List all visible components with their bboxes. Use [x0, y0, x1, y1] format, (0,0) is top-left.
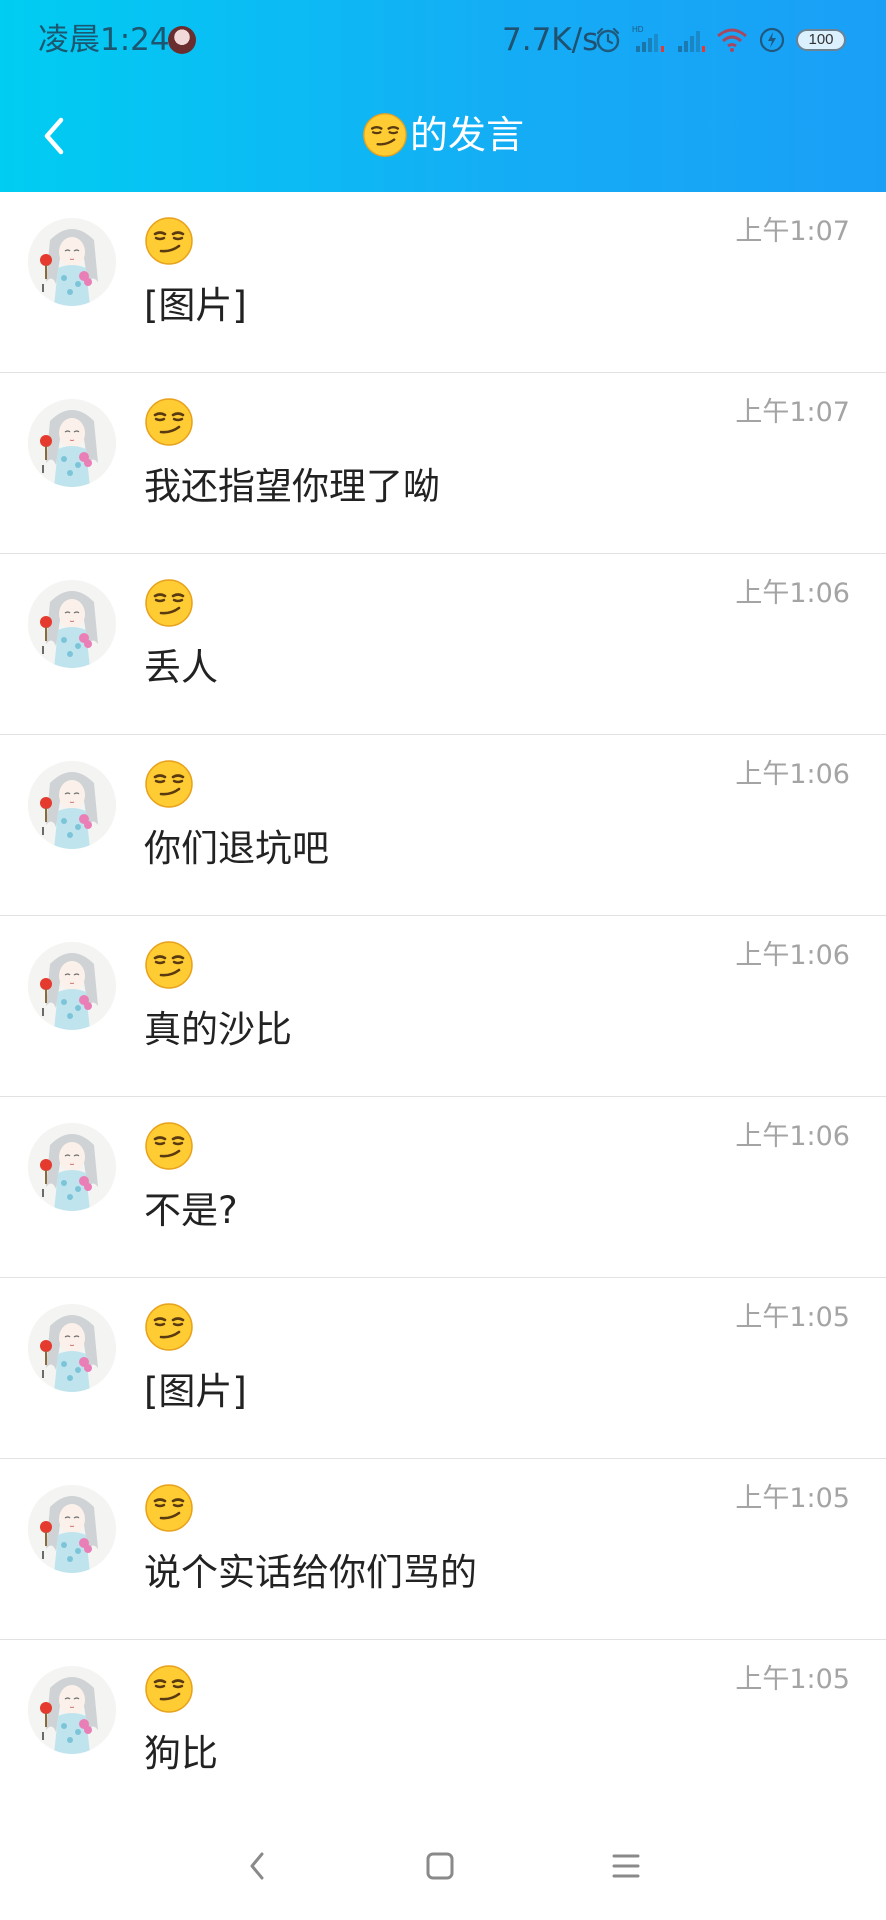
battery-icon: 100: [796, 29, 846, 51]
avatar[interactable]: [28, 218, 116, 306]
status-time: 凌晨1:24: [38, 22, 170, 58]
message-item[interactable]: 上午1:05 说个实话给你们骂的: [0, 1459, 886, 1640]
message-text: [图片]: [144, 1370, 247, 1413]
sender-smirk-emoji-icon: [144, 1483, 194, 1533]
sender-smirk-emoji-icon: [144, 1302, 194, 1352]
home-nav-icon[interactable]: [416, 1842, 464, 1890]
message-item[interactable]: 上午1:06 真的沙比: [0, 916, 886, 1097]
signal-icon: [676, 26, 706, 54]
menu-nav-icon[interactable]: [602, 1842, 650, 1890]
avatar[interactable]: [28, 399, 116, 487]
navigation-bar: 的发言: [0, 80, 886, 192]
avatar[interactable]: [28, 1123, 116, 1211]
avatar[interactable]: [28, 1666, 116, 1754]
message-time: 上午1:06: [735, 940, 850, 971]
avatar[interactable]: [28, 942, 116, 1030]
avatar[interactable]: [28, 1485, 116, 1573]
status-bar: 凌晨1:24 7.7K/s HD 100: [0, 0, 886, 80]
message-text: 你们退坑吧: [144, 827, 329, 870]
sender-smirk-emoji-icon: [144, 759, 194, 809]
app-header: 凌晨1:24 7.7K/s HD 100 的发言: [0, 0, 886, 192]
message-time: 上午1:06: [735, 578, 850, 609]
message-time: 上午1:07: [735, 397, 850, 428]
back-nav-icon[interactable]: [234, 1842, 282, 1890]
wifi-icon: [716, 26, 748, 54]
hd-signal-icon: HD: [632, 24, 666, 56]
message-time: 上午1:05: [735, 1664, 850, 1695]
sender-smirk-emoji-icon: [144, 216, 194, 266]
message-item[interactable]: 上午1:07 我还指望你理了呦: [0, 373, 886, 554]
message-list: 上午1:07 [图片] 上午1:07 我还指望你理了呦 上午1:06 丢人 上午…: [0, 192, 886, 1821]
charging-icon: [758, 26, 786, 54]
page-title-text: 的发言: [409, 113, 524, 157]
avatar[interactable]: [28, 580, 116, 668]
sender-smirk-emoji-icon: [144, 940, 194, 990]
status-icons: HD 100: [594, 22, 846, 58]
message-text: 真的沙比: [144, 1008, 292, 1051]
sender-smirk-emoji-icon: [144, 1664, 194, 1714]
message-time: 上午1:07: [735, 216, 850, 247]
message-time: 上午1:06: [735, 1121, 850, 1152]
page-title: 的发言: [0, 108, 886, 162]
message-time: 上午1:06: [735, 759, 850, 790]
status-notification-avatar-icon: [168, 26, 196, 54]
network-speed: 7.7K/s: [502, 22, 599, 58]
message-text: 说个实话给你们骂的: [144, 1551, 477, 1594]
message-text: [图片]: [144, 284, 247, 327]
alarm-icon: [594, 26, 622, 54]
message-text: 不是?: [144, 1189, 238, 1232]
message-item[interactable]: 上午1:05 狗比: [0, 1640, 886, 1821]
smirk-emoji-icon: [362, 112, 408, 158]
sender-smirk-emoji-icon: [144, 397, 194, 447]
message-item[interactable]: 上午1:06 不是?: [0, 1097, 886, 1278]
message-text: 丢人: [144, 646, 218, 689]
avatar[interactable]: [28, 761, 116, 849]
avatar[interactable]: [28, 1304, 116, 1392]
message-item[interactable]: 上午1:06 丢人: [0, 554, 886, 735]
system-navigation-bar: [0, 1812, 886, 1920]
sender-smirk-emoji-icon: [144, 578, 194, 628]
message-time: 上午1:05: [735, 1483, 850, 1514]
message-item[interactable]: 上午1:06 你们退坑吧: [0, 735, 886, 916]
message-item[interactable]: 上午1:07 [图片]: [0, 192, 886, 373]
message-text: 狗比: [144, 1732, 218, 1775]
svg-text:HD: HD: [632, 25, 644, 34]
sender-smirk-emoji-icon: [144, 1121, 194, 1171]
message-item[interactable]: 上午1:05 [图片]: [0, 1278, 886, 1459]
message-text: 我还指望你理了呦: [144, 465, 440, 508]
message-time: 上午1:05: [735, 1302, 850, 1333]
